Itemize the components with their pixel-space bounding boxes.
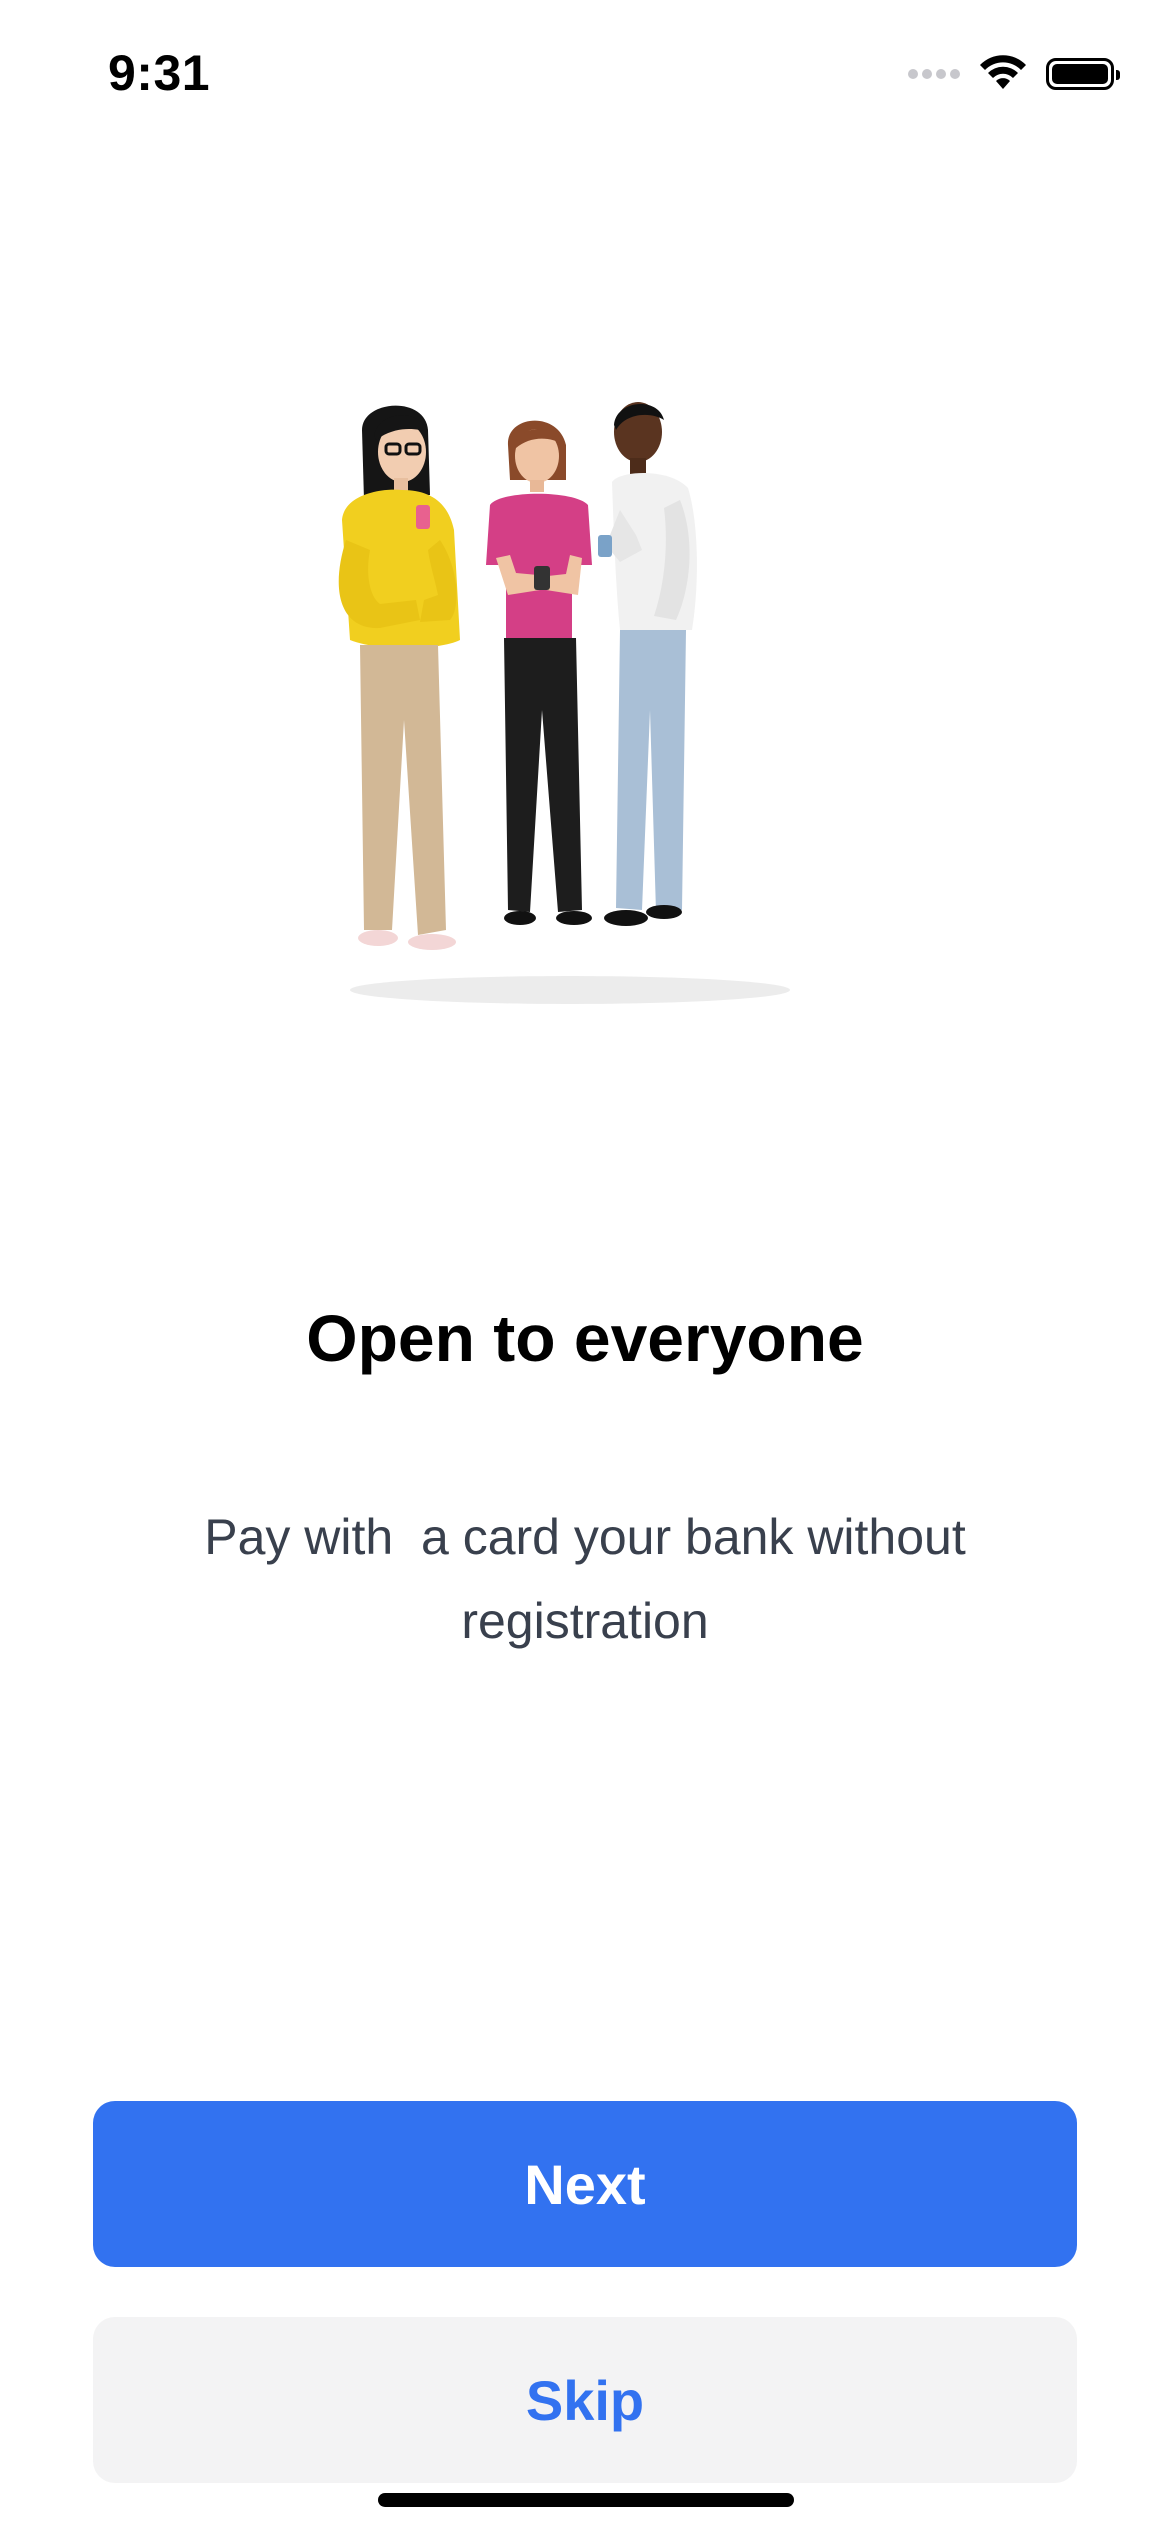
signal-icon xyxy=(908,69,960,79)
page-description: Pay with a card your bank without regist… xyxy=(204,1509,980,1649)
page-title: Open to everyone xyxy=(306,1301,864,1375)
onboarding-screen: 9:31 Open to everyone Pay with a card yo… xyxy=(0,0,1170,2532)
people-illustration xyxy=(338,402,790,1004)
person-right xyxy=(598,402,697,926)
home-indicator xyxy=(378,2493,794,2507)
skip-button[interactable]: Skip xyxy=(93,2317,1077,2483)
status-bar: 9:31 xyxy=(0,0,1170,150)
person-left xyxy=(338,405,460,950)
status-time: 9:31 xyxy=(108,45,211,101)
person-middle xyxy=(486,420,592,925)
wifi-icon xyxy=(980,55,1026,89)
status-icons xyxy=(908,54,1120,94)
battery-icon xyxy=(1046,58,1120,90)
next-button[interactable]: Next xyxy=(93,2101,1077,2267)
